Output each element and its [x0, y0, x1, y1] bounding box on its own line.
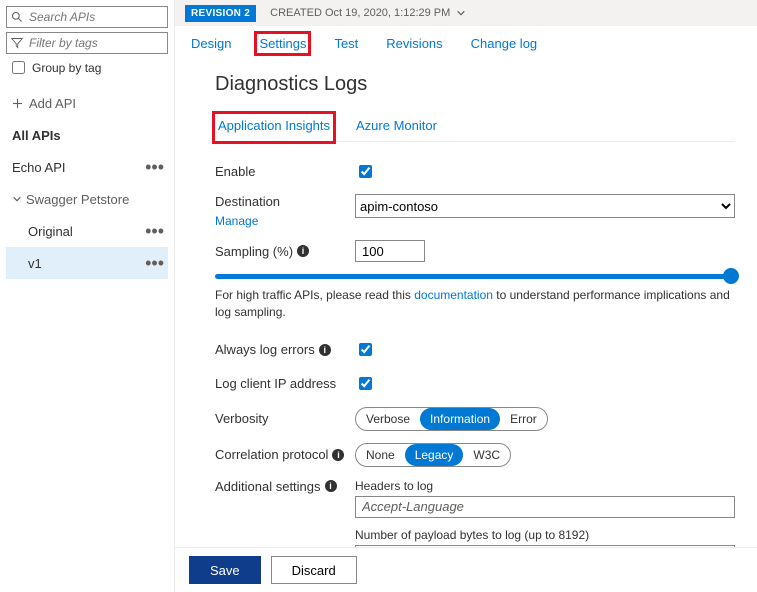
plus-icon: [12, 98, 23, 109]
tab-revisions[interactable]: Revisions: [384, 34, 444, 53]
info-icon[interactable]: i: [297, 245, 309, 257]
all-apis[interactable]: All APIs: [6, 119, 168, 151]
api-v1[interactable]: v1 •••: [6, 247, 168, 279]
api-original[interactable]: Original •••: [6, 215, 168, 247]
enable-checkbox[interactable]: [359, 165, 372, 178]
main: REVISION 2 CREATED Oct 19, 2020, 1:12:29…: [175, 0, 757, 592]
headers-input[interactable]: [355, 496, 735, 518]
documentation-link[interactable]: documentation: [414, 288, 493, 302]
revision-badge: REVISION 2: [185, 5, 256, 22]
add-api[interactable]: Add API: [6, 87, 168, 119]
correlation-legacy[interactable]: Legacy: [405, 444, 464, 466]
diagnostics-subtabs: Application Insights Azure Monitor: [215, 114, 735, 142]
more-icon[interactable]: •••: [145, 260, 164, 266]
chevron-down-icon: [456, 8, 466, 18]
save-button[interactable]: Save: [189, 556, 261, 584]
filter-input[interactable]: [27, 35, 163, 51]
discard-button[interactable]: Discard: [271, 556, 357, 584]
verbosity-segment[interactable]: Verbose Information Error: [355, 407, 548, 431]
subtab-application-insights[interactable]: Application Insights: [215, 114, 333, 141]
info-icon[interactable]: i: [319, 344, 331, 356]
info-icon[interactable]: i: [325, 480, 337, 492]
destination-select[interactable]: apim-contoso: [355, 194, 735, 218]
revision-created-text: CREATED Oct 19, 2020, 1:12:29 PM: [270, 7, 450, 19]
verbosity-label: Verbosity: [215, 411, 355, 426]
add-api-label: Add API: [29, 96, 76, 111]
tab-settings[interactable]: Settings: [257, 34, 308, 53]
api-v1-label: v1: [28, 256, 42, 271]
search-icon: [11, 11, 23, 23]
filter-tags[interactable]: [6, 32, 168, 54]
subtab-azure-monitor[interactable]: Azure Monitor: [353, 114, 440, 141]
group-by-tag[interactable]: Group by tag: [8, 58, 168, 77]
manage-link[interactable]: Manage: [215, 214, 258, 228]
sampling-slider[interactable]: [215, 274, 735, 279]
always-log-label: Always log errors: [215, 342, 315, 357]
always-log-checkbox[interactable]: [359, 343, 372, 356]
info-icon[interactable]: i: [332, 449, 344, 461]
content: Diagnostics Logs Application Insights Az…: [175, 59, 757, 547]
sampling-hint: For high traffic APIs, please read this …: [215, 287, 735, 321]
api-swagger[interactable]: Swagger Petstore: [6, 183, 168, 215]
correlation-w3c[interactable]: W3C: [463, 444, 510, 466]
correlation-segment[interactable]: None Legacy W3C: [355, 443, 511, 467]
revision-bar: REVISION 2 CREATED Oct 19, 2020, 1:12:29…: [175, 0, 757, 26]
revision-created[interactable]: CREATED Oct 19, 2020, 1:12:29 PM: [270, 7, 466, 19]
all-apis-label: All APIs: [12, 128, 61, 143]
verbosity-verbose[interactable]: Verbose: [356, 408, 420, 430]
sidebar: Group by tag Add API All APIs Echo API •…: [0, 0, 175, 592]
correlation-label: Correlation protocol: [215, 447, 328, 462]
payload-label: Number of payload bytes to log (up to 81…: [355, 528, 735, 542]
api-echo[interactable]: Echo API •••: [6, 151, 168, 183]
correlation-none[interactable]: None: [356, 444, 405, 466]
enable-label: Enable: [215, 164, 355, 179]
destination-label: Destination: [215, 194, 280, 209]
page-title: Diagnostics Logs: [215, 73, 735, 96]
search-apis[interactable]: [6, 6, 168, 28]
tab-test[interactable]: Test: [332, 34, 360, 53]
sampling-label: Sampling (%): [215, 244, 293, 259]
filter-icon: [11, 37, 23, 49]
additional-label: Additional settings: [215, 479, 321, 494]
tab-design[interactable]: Design: [189, 34, 233, 53]
group-checkbox[interactable]: [12, 61, 25, 74]
slider-thumb[interactable]: [723, 268, 739, 284]
main-tabs: Design Settings Test Revisions Change lo…: [175, 26, 757, 59]
verbosity-information[interactable]: Information: [420, 408, 500, 430]
api-swagger-label: Swagger Petstore: [26, 192, 129, 207]
log-ip-checkbox[interactable]: [359, 377, 372, 390]
verbosity-error[interactable]: Error: [500, 408, 547, 430]
sampling-input[interactable]: [355, 240, 425, 262]
api-echo-label: Echo API: [12, 160, 65, 175]
more-icon[interactable]: •••: [145, 164, 164, 170]
more-icon[interactable]: •••: [145, 228, 164, 234]
search-input[interactable]: [27, 9, 163, 25]
footer: Save Discard: [175, 547, 757, 592]
headers-label: Headers to log: [355, 479, 735, 493]
log-ip-label: Log client IP address: [215, 376, 355, 391]
group-label: Group by tag: [32, 61, 101, 75]
chevron-down-icon: [12, 194, 22, 204]
api-original-label: Original: [28, 224, 73, 239]
tab-changelog[interactable]: Change log: [469, 34, 540, 53]
